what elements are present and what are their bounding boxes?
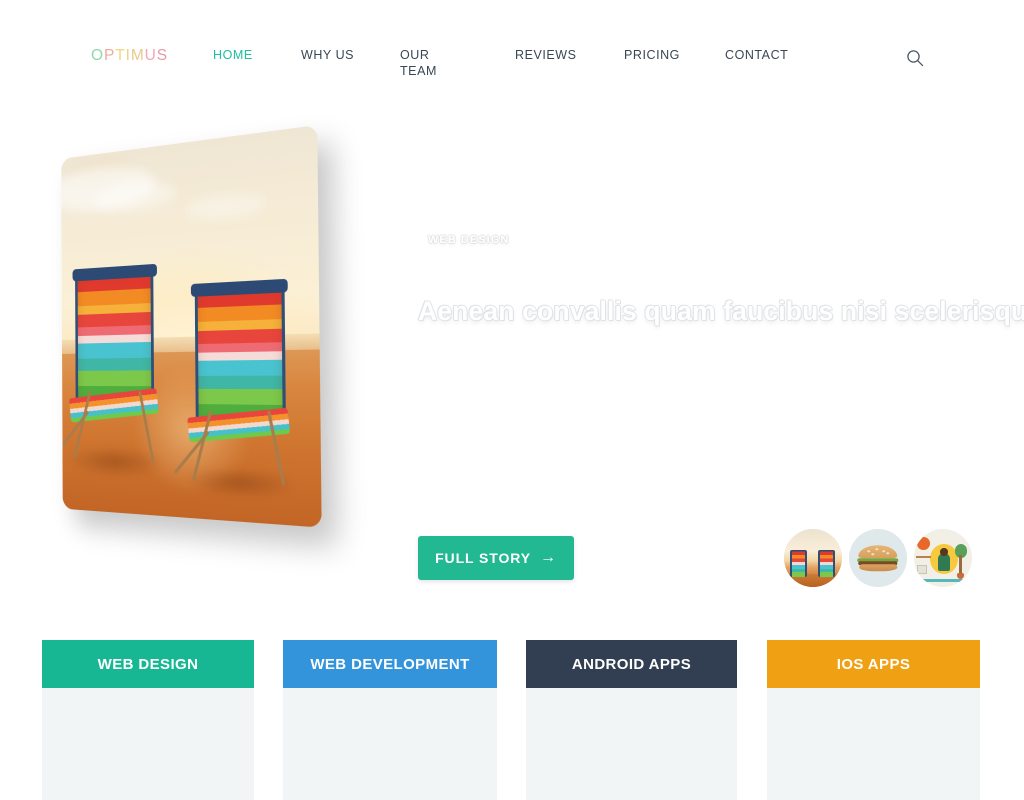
bun-top xyxy=(858,545,898,559)
service-card-body xyxy=(42,688,254,800)
beach-chair xyxy=(61,263,164,480)
main-navigation: HOME WHY US OUR TEAM REVIEWS PRICING CONTACT xyxy=(195,48,895,98)
shelf xyxy=(916,555,932,558)
thumb-chair xyxy=(817,549,836,577)
nav-item-contact[interactable]: CONTACT xyxy=(725,48,788,64)
chair-back xyxy=(75,271,155,402)
burger-icon xyxy=(857,545,899,571)
beach-chair xyxy=(174,278,296,502)
service-card-title: IOS APPS xyxy=(767,640,980,688)
services-section: WEB DESIGN WEB DEVELOPMENT ANDROID APPS IOS… xyxy=(0,640,1024,800)
thumb-chair xyxy=(789,549,808,577)
nav-item-why-us[interactable]: WHY US xyxy=(301,48,354,64)
site-header: OPTIMUS HOME WHY US OUR TEAM REVIEWS PRICING… xyxy=(0,0,1024,114)
hero-section: WEB DESIGN Aenean convallis quam faucibu… xyxy=(0,114,1024,624)
search-icon[interactable] xyxy=(905,48,925,68)
person-body xyxy=(938,553,950,571)
person-head xyxy=(940,548,948,556)
beach-chairs-thumbnail[interactable] xyxy=(784,529,842,587)
service-card[interactable]: WEB DEVELOPMENT xyxy=(283,640,497,800)
hero-thumbnail-list xyxy=(784,529,972,587)
full-story-button[interactable]: FULL STORY → xyxy=(418,536,574,580)
service-card-title: WEB DEVELOPMENT xyxy=(283,640,497,688)
service-card-body xyxy=(767,688,980,800)
service-card-title: ANDROID APPS xyxy=(526,640,737,688)
brand-letter-6: S xyxy=(156,47,168,64)
service-card-title: WEB DESIGN xyxy=(42,640,254,688)
brand-letter-1: P xyxy=(103,47,116,64)
nav-item-pricing[interactable]: PRICING xyxy=(624,48,680,64)
orange-circle xyxy=(917,537,931,550)
illustration-thumbnail[interactable] xyxy=(914,529,972,587)
box xyxy=(917,564,927,575)
nav-item-our-team[interactable]: OUR TEAM xyxy=(400,48,437,79)
brand-letter-5: U xyxy=(144,47,157,64)
brand-logo[interactable]: OPTIMUS xyxy=(91,48,168,64)
brand-letter-0: O xyxy=(91,47,104,64)
nav-item-home[interactable]: HOME xyxy=(213,48,253,64)
bun-bottom xyxy=(859,564,897,571)
hero-title: Aenean convallis quam faucibus nisi scel… xyxy=(418,296,1024,326)
service-card-body xyxy=(526,688,737,800)
chair-back xyxy=(194,286,286,422)
service-card[interactable]: IOS APPS xyxy=(767,640,980,800)
brand-letter-2: T xyxy=(115,47,126,64)
hero-beach-image[interactable] xyxy=(61,125,322,528)
service-card[interactable]: ANDROID APPS xyxy=(526,640,737,800)
burger-thumbnail[interactable] xyxy=(849,529,907,587)
page-root: OPTIMUS HOME WHY US OUR TEAM REVIEWS PRICING… xyxy=(0,0,1024,800)
hero-image-frame xyxy=(61,125,352,538)
nav-item-reviews[interactable]: REVIEWS xyxy=(515,48,577,64)
hero-eyebrow: WEB DESIGN xyxy=(428,234,510,246)
service-card[interactable]: WEB DESIGN xyxy=(42,640,254,800)
full-story-label: FULL STORY xyxy=(435,550,531,566)
service-card-body xyxy=(283,688,497,800)
plant-trunk xyxy=(959,554,962,575)
floor-line xyxy=(914,579,972,583)
arrow-right-icon: → xyxy=(539,549,557,566)
brand-letter-4: M xyxy=(130,47,145,64)
